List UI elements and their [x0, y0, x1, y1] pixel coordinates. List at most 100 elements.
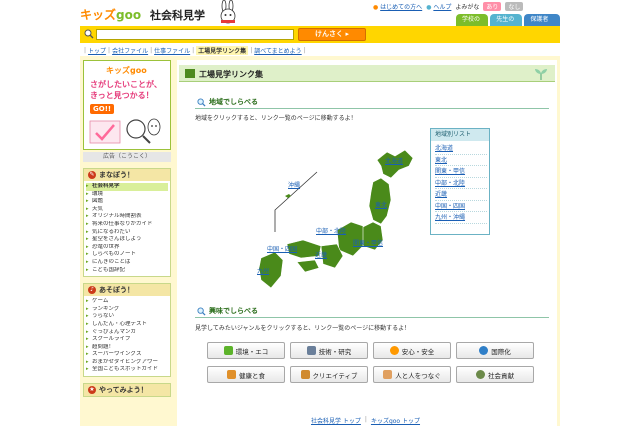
- ad-line2: きっと見つかる！: [90, 91, 154, 100]
- help-link[interactable]: ● ヘルプ: [426, 2, 451, 11]
- sidebar-item-timetable[interactable]: オリジナル時間割表: [86, 213, 168, 221]
- food-icon: [227, 370, 236, 379]
- sidebar-item-encyclopedia[interactable]: 図鑑: [86, 198, 168, 206]
- ad-line1: さがしたいことが、: [90, 80, 162, 89]
- sidebar-item-manga[interactable]: ぐっぴょんマンガ: [86, 329, 168, 337]
- sidebar-item-notebook[interactable]: しらべものノート: [86, 251, 168, 259]
- magnifier-icon: [197, 306, 206, 316]
- asobou-header: ♪ あそぼう！: [84, 284, 170, 297]
- handshake-icon: [383, 370, 393, 379]
- genre-button-connect[interactable]: 人と人をつなぐ: [373, 366, 451, 383]
- footer-links: 社会科見学 トップ | キッズgoo トップ: [311, 416, 421, 425]
- genre-button-international[interactable]: 国際化: [456, 342, 534, 359]
- yattemiyou-title: やってみよう！: [99, 386, 148, 395]
- genre-button-health-food[interactable]: 健康と食: [207, 366, 285, 383]
- logo-goo-text: goo: [116, 8, 142, 22]
- sidebar-item-diving-hour[interactable]: おまかせダイビングアワー: [86, 359, 168, 367]
- asobou-title: あそぼう！: [99, 286, 134, 295]
- footer-kids-goo-top-link[interactable]: キッズgoo トップ: [371, 416, 420, 425]
- region-link-kanto[interactable]: 関東・甲信: [435, 166, 487, 178]
- sidebar-item-super-quiz[interactable]: 超問題！: [86, 344, 168, 352]
- region-link-chubu[interactable]: 中部・北陸: [435, 178, 487, 189]
- search-button-label: けんさく: [315, 30, 344, 38]
- tab-teacher[interactable]: 先生のページ: [490, 14, 523, 35]
- sidebar-item-ranking[interactable]: ランキング: [86, 306, 168, 314]
- sidebar-item-school-live[interactable]: スクールライブ: [86, 336, 168, 344]
- tab-parent[interactable]: 保護者のページ: [524, 14, 560, 47]
- breadcrumb-top[interactable]: トップ: [88, 46, 106, 55]
- region-link-hokkaido[interactable]: 北海道: [435, 143, 487, 155]
- map-label-chugoku[interactable]: 中国・四国: [267, 244, 297, 253]
- sidebar-item-psych-test[interactable]: しんだん・心理テスト: [86, 321, 168, 329]
- sidebar-item-dinosaurs[interactable]: 恐竜の世界: [86, 244, 168, 252]
- search-icon: [84, 29, 94, 39]
- sidebar: キッズgoo さがしたいことが、 きっと見つかる！ GO!! 広告（こうこく） …: [83, 60, 171, 426]
- header-links: ● はじめての方へ ● ヘルプ よみがな あり なし: [373, 2, 524, 11]
- map-region-shikoku[interactable]: [296, 259, 320, 273]
- manabou-header: ✎ まなぼう！: [84, 169, 170, 181]
- map-label-tohoku[interactable]: 東北: [375, 200, 387, 209]
- genre-button-safety[interactable]: 安心・安全: [373, 342, 451, 359]
- group-icon: [476, 370, 485, 379]
- manabou-list: 社会科見学 環境 図鑑 天気 オリジナル時間割表 将来の仕事なりかガイド 気にな…: [84, 181, 170, 276]
- sidebar-item-super-wings[interactable]: スーパーウイングス: [86, 351, 168, 359]
- breadcrumb-company-file[interactable]: 会社ファイル: [112, 46, 148, 55]
- logo-kids-text: キッズ: [80, 8, 117, 22]
- region-link-kinki[interactable]: 近畿: [435, 189, 487, 201]
- breadcrumb-job-file[interactable]: 仕事ファイル: [154, 46, 190, 55]
- search-input[interactable]: [96, 29, 294, 40]
- manabou-title: まなぼう！: [99, 171, 134, 179]
- footer-social-study-top-link[interactable]: 社会科見学 トップ: [311, 416, 361, 425]
- yattemiyou-section: ★ やってみよう！: [83, 383, 171, 398]
- genre-button-creative[interactable]: クリエイティブ: [290, 366, 368, 383]
- sidebar-item-environment[interactable]: 環境: [86, 191, 168, 199]
- manabou-section: ✎ まなぼう！ 社会科見学 環境 図鑑 天気 オリジナル時間割表 将来の仕事なり…: [83, 168, 171, 278]
- genre-label: 社会貢献: [488, 371, 514, 380]
- ad-banner[interactable]: キッズgoo さがしたいことが、 きっと見つかる！ GO!!: [83, 60, 171, 150]
- map-label-kanto[interactable]: 関東・甲信: [353, 238, 383, 247]
- sidebar-item-dictionary[interactable]: こども国辞記: [86, 267, 168, 275]
- kids-goo-logo[interactable]: キッズgoo: [80, 6, 141, 23]
- sidebar-item-topics[interactable]: 気になるわだい: [86, 229, 168, 237]
- site-title: 社会科見学: [150, 9, 205, 22]
- palette-icon: [300, 370, 310, 379]
- heart-icon: [389, 346, 399, 355]
- first-time-link-text[interactable]: はじめての方へ: [380, 4, 422, 11]
- ad-mascot-magnifier-icon: [89, 118, 161, 144]
- map-label-kyushu[interactable]: 九州: [257, 266, 269, 275]
- map-label-okinawa[interactable]: 沖縄: [288, 180, 300, 189]
- map-label-hokkaido[interactable]: 北海道: [385, 156, 403, 165]
- region-list-title: 地域別リスト: [431, 129, 489, 141]
- asobou-list: ゲーム ランキング うらない しんだん・心理テスト ぐっぴょんマンガ スクールラ…: [84, 296, 170, 376]
- sidebar-item-popular-words[interactable]: にんきのことば: [86, 259, 168, 267]
- genre-label: 環境・エコ: [235, 347, 269, 356]
- first-time-link[interactable]: ● はじめての方へ: [373, 2, 422, 11]
- sidebar-item-spot-guide[interactable]: 全国こどもスポットガイド: [86, 366, 168, 374]
- map-region-okinawa[interactable]: [285, 194, 291, 198]
- map-label-kinki[interactable]: 近畿: [315, 250, 327, 259]
- tab-school[interactable]: 学校のページ: [456, 14, 489, 35]
- help-link-text[interactable]: ヘルプ: [433, 4, 451, 11]
- sidebar-item-career-guide[interactable]: 将来の仕事なりかガイド: [86, 221, 168, 229]
- yomigana-on-toggle[interactable]: あり: [483, 2, 502, 11]
- sidebar-item-fortune[interactable]: うらない: [86, 313, 168, 321]
- genre-button-eco[interactable]: 環境・エコ: [207, 342, 285, 359]
- region-link-chugoku[interactable]: 中国・四国: [435, 201, 487, 212]
- sidebar-item-game[interactable]: ゲーム: [86, 298, 168, 306]
- sidebar-item-stars[interactable]: 星空をさんぽしよう: [86, 236, 168, 244]
- yomigana-label: よみがな: [455, 4, 480, 11]
- search-button[interactable]: けんさく ▸: [298, 28, 366, 41]
- yomigana-off-toggle[interactable]: なし: [505, 2, 524, 11]
- region-link-tohoku[interactable]: 東北: [435, 155, 487, 166]
- region-link-kyushu[interactable]: 九州・沖縄: [435, 212, 487, 224]
- sidebar-item-weather[interactable]: 天気: [86, 206, 168, 214]
- ad-logo: キッズgoo: [106, 66, 147, 75]
- genre-button-tech[interactable]: 技術・研究: [290, 342, 368, 359]
- map-label-chubu[interactable]: 中部・北陸: [316, 226, 346, 235]
- globe-icon: [479, 346, 489, 355]
- interest-section-heading: 興味でしらべる: [197, 306, 258, 316]
- breadcrumb-research[interactable]: 調べてまとめよう: [254, 46, 301, 55]
- genre-button-contribution[interactable]: 社会貢献: [456, 366, 534, 383]
- sidebar-item-social-study[interactable]: 社会科見学: [86, 183, 168, 191]
- audience-tabs: 学校のページ 先生のページ 保護者のページ: [456, 14, 560, 47]
